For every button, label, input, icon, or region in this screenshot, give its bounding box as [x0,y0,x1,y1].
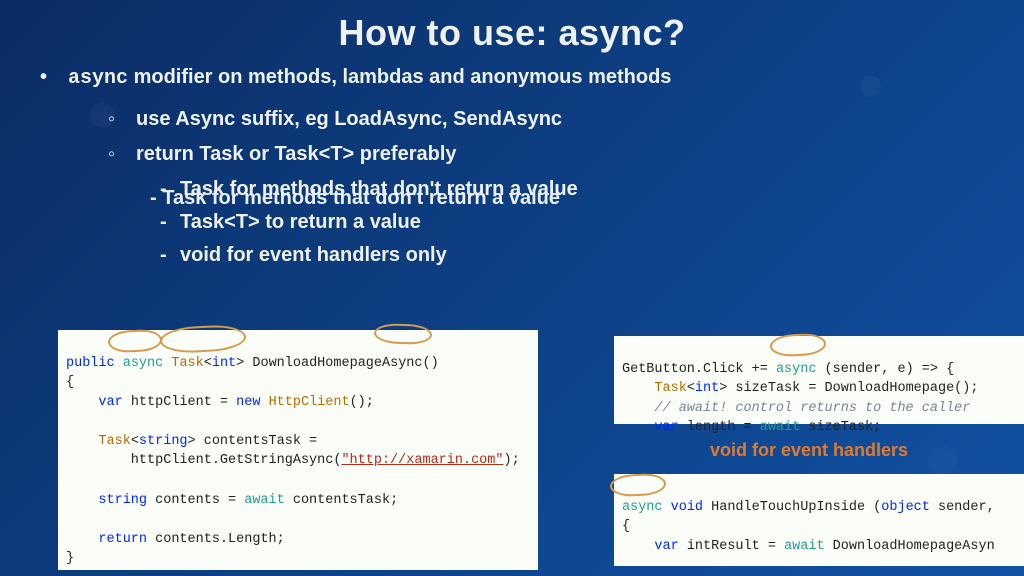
code-block-right-top: GetButton.Click += async (sender, e) => … [614,336,1024,424]
code-block-left: public async Task<int> DownloadHomepageA… [58,330,538,570]
bullet-text: modifier on methods, lambdas and anonymo… [128,66,671,88]
bullet-code-word: async [68,67,128,90]
bullet-level1: async modifier on methods, lambdas and a… [40,64,984,92]
bullet-level2-a: use Async suffix, eg LoadAsync, SendAsyn… [40,106,984,133]
slide-title: How to use: async? [0,0,1024,54]
code-block-right-bottom: async void HandleTouchUpInside (object s… [614,474,1024,566]
bullet-level2-b: return Task or Task<T> preferably [40,141,984,168]
callout-label: void for event handlers [710,440,908,461]
bullet-level3-b: Task<T> to return a value [40,209,984,236]
overlap-text: - Task for methods that don't return a v… [150,185,560,211]
bullet-level3-c: void for event handlers only [40,242,984,269]
slide-body: async modifier on methods, lambdas and a… [0,54,1024,269]
